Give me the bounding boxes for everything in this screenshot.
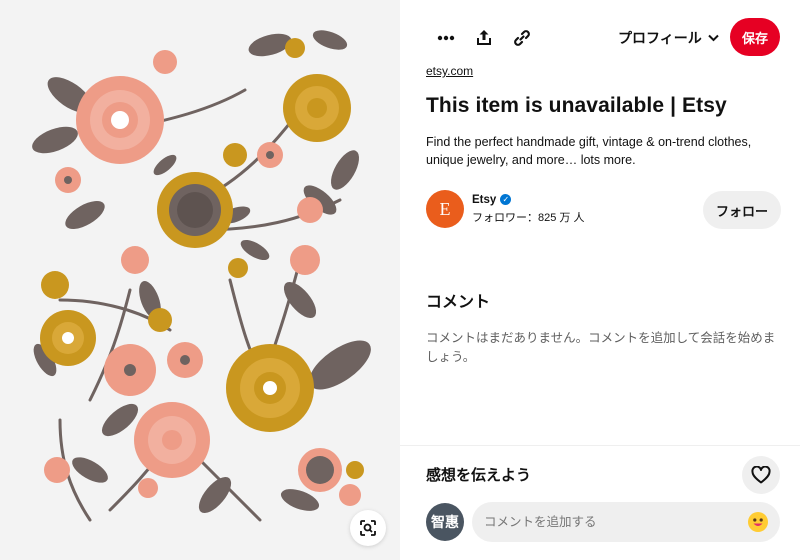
creator-info: E Etsy ✓ フォロワー：825 万 人 — [426, 190, 584, 228]
emoji-picker-button[interactable] — [748, 512, 768, 532]
floral-illustration — [0, 0, 400, 560]
pin-title: This item is unavailable | Etsy — [426, 94, 727, 117]
comment-input[interactable] — [484, 515, 748, 529]
creator-avatar[interactable]: E — [426, 190, 464, 228]
heart-icon — [751, 466, 771, 484]
follower-count: フォロワー：825 万 人 — [472, 211, 585, 224]
creator-name: Etsy — [472, 193, 497, 206]
divider — [400, 445, 800, 446]
share-upload-icon — [477, 30, 491, 45]
save-button[interactable]: 保存 — [730, 18, 780, 56]
verified-check-icon: ✓ — [500, 194, 512, 205]
copy-link-button[interactable] — [508, 24, 536, 52]
more-options-button[interactable] — [432, 24, 460, 52]
share-button[interactable] — [470, 24, 498, 52]
pin-details-panel: プロフィール 保存 etsy.com This item is unavaila… — [400, 0, 800, 560]
follow-button[interactable]: フォロー — [703, 191, 781, 229]
react-heart-button[interactable] — [742, 456, 780, 494]
visual-search-icon — [360, 520, 376, 536]
comment-input-wrapper[interactable] — [472, 502, 780, 542]
source-link[interactable]: etsy.com — [426, 64, 473, 78]
visual-search-button[interactable] — [350, 510, 386, 546]
chevron-down-icon — [708, 34, 719, 42]
pin-description: Find the perfect handmade gift, vintage … — [426, 135, 752, 167]
feedback-heading: 感想を伝えよう — [426, 467, 532, 484]
profile-dropdown-label: プロフィール — [618, 30, 702, 46]
comments-heading: コメント — [426, 294, 491, 311]
user-avatar[interactable]: 智惠 — [426, 503, 464, 541]
more-horizontal-icon — [437, 35, 455, 41]
comments-empty-message: コメントはまだありません。コメントを追加して会話を始めましょう。 — [426, 331, 776, 364]
creator-text: Etsy ✓ フォロワー：825 万 人 — [472, 194, 584, 225]
link-icon — [514, 30, 530, 46]
emoji-face-icon — [748, 512, 768, 532]
pin-toolbar: プロフィール 保存 — [400, 18, 800, 58]
creator-name-row[interactable]: Etsy ✓ — [472, 194, 584, 206]
pin-image[interactable] — [0, 0, 400, 560]
profile-board-dropdown[interactable]: プロフィール — [618, 27, 719, 49]
